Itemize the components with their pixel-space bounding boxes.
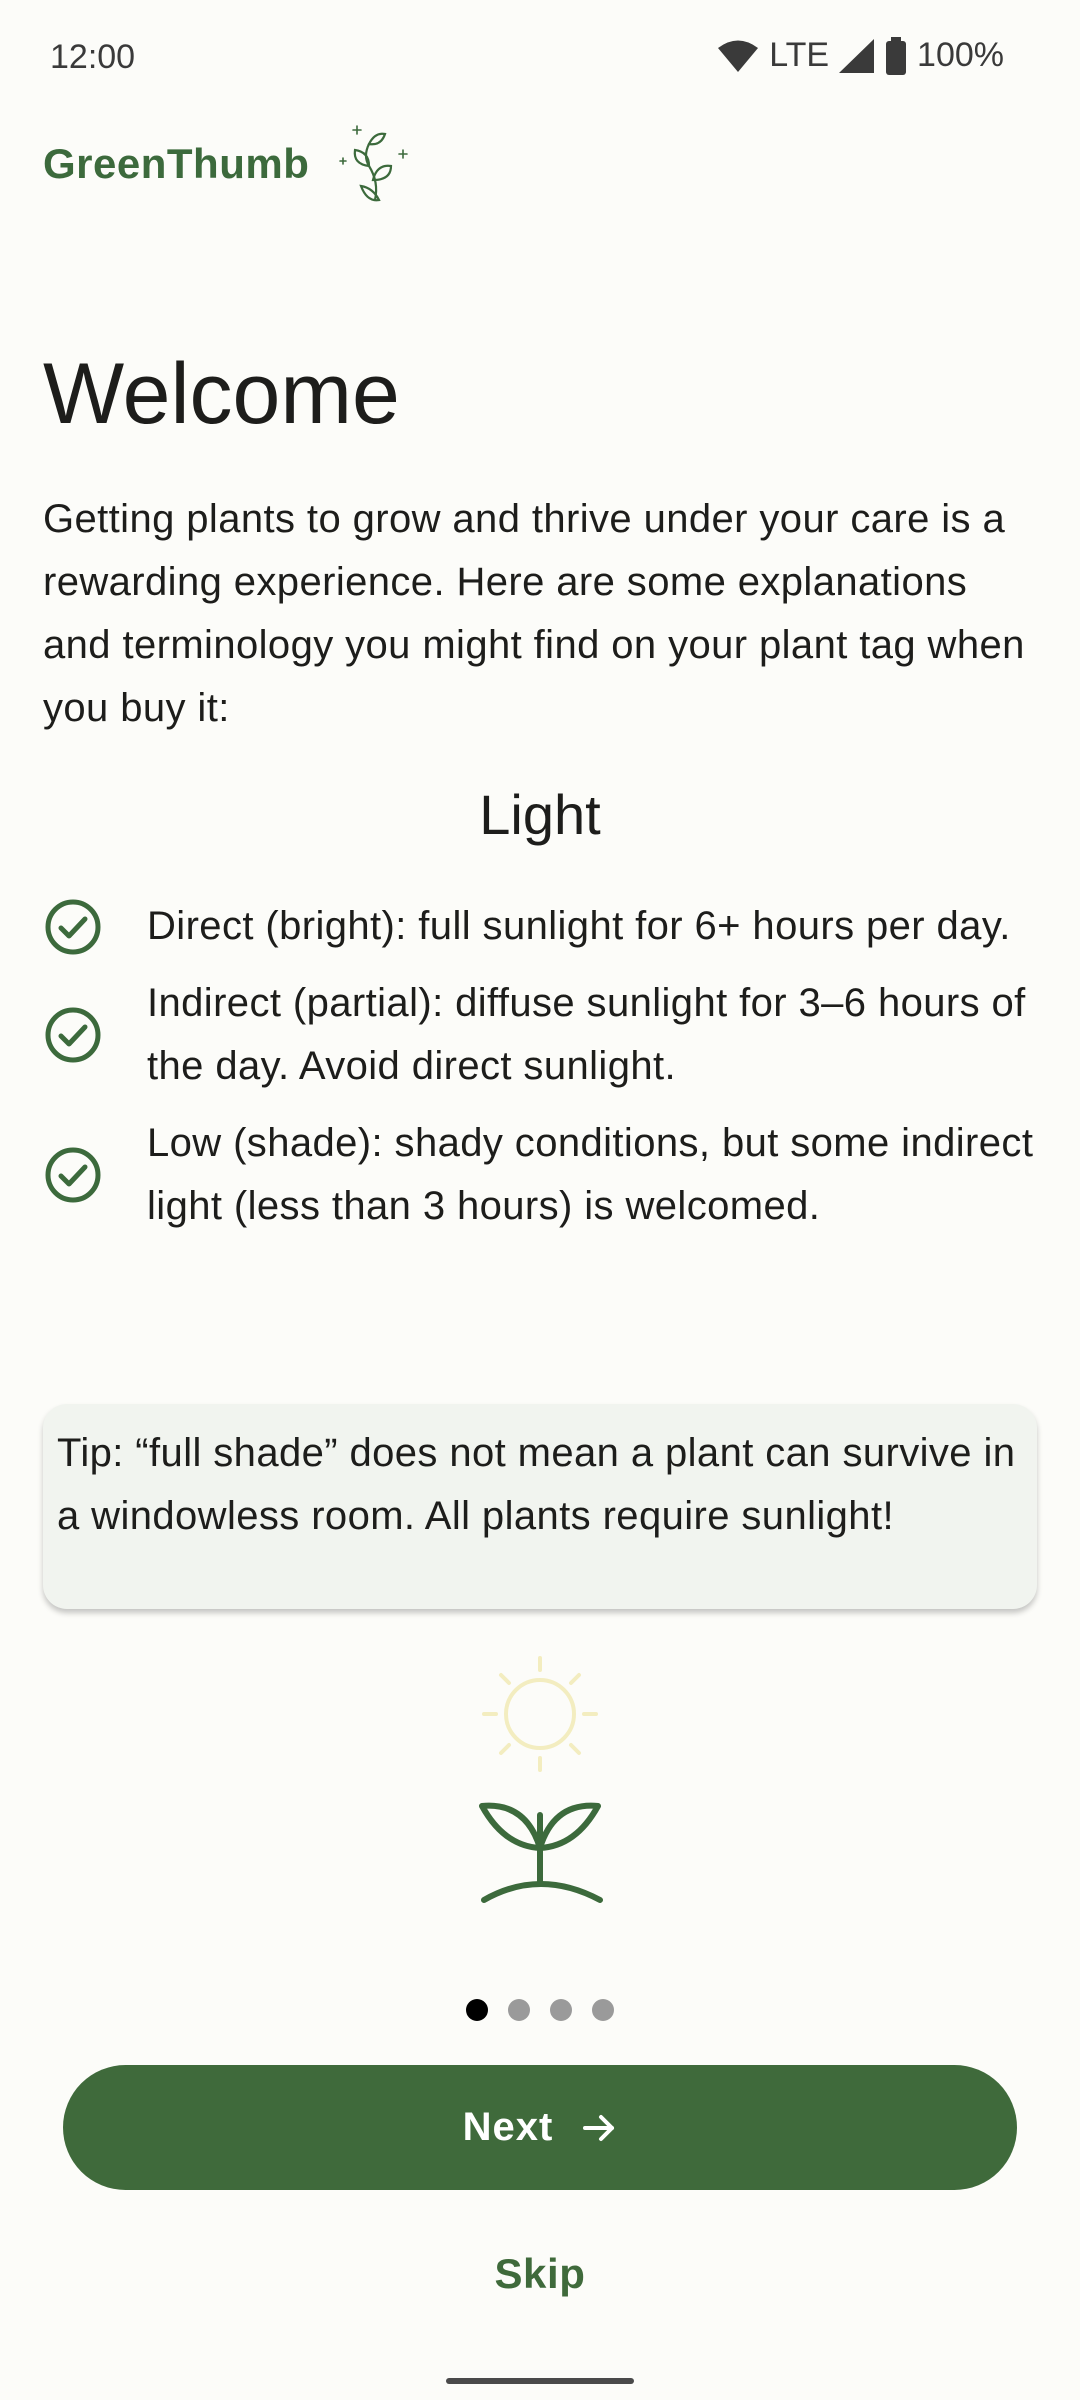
arrow-right-icon: [581, 2110, 617, 2146]
status-time: 12:00: [50, 38, 136, 76]
section-title-light: Light: [479, 783, 601, 846]
list-item: Low (shade): shady conditions, but some …: [43, 1112, 1043, 1238]
tip-text: Tip: “full shade” does not mean a plant …: [57, 1431, 1016, 1538]
intro-paragraph: Getting plants to grow and thrive under …: [43, 497, 1025, 730]
battery-icon: [885, 36, 907, 75]
light-list: Direct (bright): full sunlight for 6+ ho…: [43, 895, 1043, 1252]
skip-button[interactable]: Skip: [0, 2250, 1080, 2298]
list-item: Indirect (partial): diffuse sunlight for…: [43, 972, 1043, 1098]
wifi-icon: [717, 39, 759, 73]
page-dot: [550, 1999, 572, 2021]
next-button[interactable]: Next: [63, 2065, 1017, 2190]
check-circle-icon: [43, 1005, 103, 1065]
onboarding-screen: 12:00 LTE 100% GreenThumb Welcome Gettin…: [0, 0, 1080, 2400]
sprout-sparkle-icon: [339, 122, 411, 206]
check-circle-icon: [43, 1145, 103, 1205]
page-indicator: [0, 1999, 1080, 2021]
sprout-icon: [479, 1802, 603, 1903]
sun-icon: [482, 1656, 598, 1772]
status-icons: LTE 100%: [717, 36, 1004, 75]
page-dot: [592, 1999, 614, 2021]
check-circle-icon: [43, 897, 103, 957]
next-button-label: Next: [462, 2105, 554, 2149]
list-item-text: Low (shade): shady conditions, but some …: [147, 1121, 1034, 1228]
page-dot-active: [466, 1999, 488, 2021]
status-bar: 12:00 LTE 100%: [0, 0, 1080, 120]
list-item: Direct (bright): full sunlight for 6+ ho…: [43, 895, 1043, 958]
battery-percent: 100%: [917, 36, 1004, 74]
network-type: LTE: [769, 36, 830, 74]
list-item-text: Indirect (partial): diffuse sunlight for…: [147, 981, 1026, 1088]
list-item-text: Direct (bright): full sunlight for 6+ ho…: [147, 904, 1011, 948]
signal-icon: [839, 38, 875, 73]
gesture-nav-handle[interactable]: [446, 2378, 634, 2384]
tip-card: Tip: “full shade” does not mean a plant …: [43, 1404, 1037, 1609]
sun-sprout-illustration: [470, 1650, 610, 1910]
brand-name: GreenThumb: [43, 140, 310, 187]
page-dot: [508, 1999, 530, 2021]
page-title: Welcome: [43, 346, 400, 442]
app-brand: GreenThumb: [43, 122, 411, 206]
